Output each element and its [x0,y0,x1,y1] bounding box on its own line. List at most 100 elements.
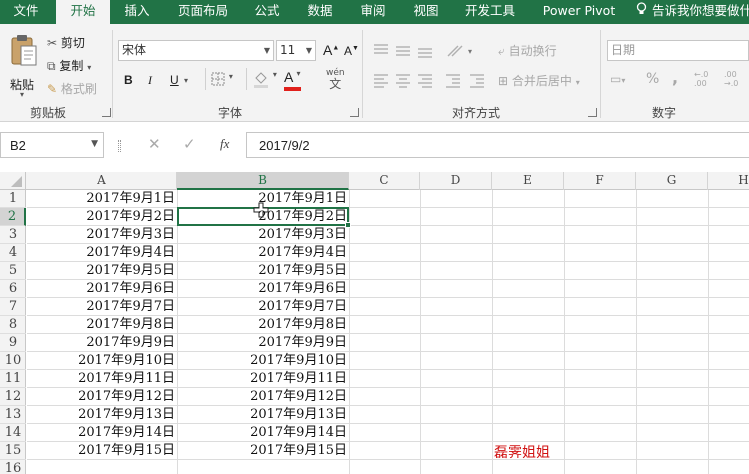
alignment-launcher-icon[interactable] [588,108,597,117]
horizontal-align-icons[interactable] [372,72,490,90]
cell-b14[interactable]: 2017年9月14日 [177,424,349,442]
tab-formulas[interactable]: 公式 [246,0,288,24]
borders-button[interactable]: ▾ [211,72,233,89]
decrease-decimal-icon[interactable]: .00 →.0 [724,70,738,88]
font-name-select[interactable]: 宋体 ▼ [118,40,274,61]
cell-b3[interactable]: 2017年9月3日 [177,226,349,244]
paste-button[interactable]: 粘贴 ▾ [6,32,42,99]
row-header[interactable]: 1 [0,190,26,208]
cell-a13[interactable]: 2017年9月13日 [27,406,177,424]
format-painter-button[interactable]: ✎ 格式刷 [47,80,97,97]
accounting-format-button[interactable]: ▭▾ [610,72,625,86]
tab-data[interactable]: 数据 [298,0,342,24]
tab-view[interactable]: 视图 [405,0,447,24]
cell-b2[interactable]: 2017年9月2日 [177,208,349,226]
formula-input[interactable]: 2017/9/2 [246,132,749,158]
row-header[interactable]: 4 [0,244,26,262]
column-header-d[interactable]: D [420,172,492,190]
row-header[interactable]: 6 [0,280,26,298]
row-header[interactable]: 2 [0,208,26,226]
cell-a10[interactable]: 2017年9月10日 [27,352,177,370]
cut-button[interactable]: ✂ 剪切 [47,34,85,51]
comma-button[interactable]: , [672,68,678,87]
tab-page-layout[interactable]: 页面布局 [168,0,238,24]
decrease-font-button[interactable]: A▼ [344,44,359,58]
column-header-f[interactable]: F [564,172,636,190]
font-size-select[interactable]: 11 ▼ [276,40,316,61]
cancel-icon[interactable]: ✕ [148,135,161,153]
cell-b8[interactable]: 2017年9月8日 [177,316,349,334]
cell-a14[interactable]: 2017年9月14日 [27,424,177,442]
row-header[interactable]: 12 [0,388,26,406]
cell-b7[interactable]: 2017年9月7日 [177,298,349,316]
cell-a8[interactable]: 2017年9月8日 [27,316,177,334]
column-header-a[interactable]: A [27,172,177,190]
column-header-e[interactable]: E [492,172,564,190]
number-format-select[interactable]: 日期 [607,40,749,61]
cell-b5[interactable]: 2017年9月5日 [177,262,349,280]
tab-home[interactable]: 开始 [56,0,110,24]
tab-power-pivot[interactable]: Power Pivot [534,0,624,24]
row-header[interactable]: 15 [0,442,26,460]
enter-icon[interactable]: ✓ [183,135,196,153]
row-header[interactable]: 14 [0,424,26,442]
vertical-align-icons[interactable]: ▾ [372,42,482,62]
cell-b15[interactable]: 2017年9月15日 [177,442,349,460]
underline-button[interactable]: U [170,73,179,87]
font-launcher-icon[interactable] [350,108,359,117]
splitter-handle[interactable] [118,140,121,152]
cell-b6[interactable]: 2017年9月6日 [177,280,349,298]
cell-a9[interactable]: 2017年9月9日 [27,334,177,352]
row-header[interactable]: 9 [0,334,26,352]
select-all-button[interactable] [0,172,26,190]
row-header[interactable]: 13 [0,406,26,424]
percent-button[interactable]: % [646,71,659,87]
row-header[interactable]: 7 [0,298,26,316]
italic-button[interactable]: I [148,73,152,88]
cell-a12[interactable]: 2017年9月12日 [27,388,177,406]
row-header[interactable]: 8 [0,316,26,334]
row-header[interactable]: 5 [0,262,26,280]
cell-a7[interactable]: 2017年9月7日 [27,298,177,316]
cell-b1[interactable]: 2017年9月1日 [177,190,349,208]
row-header[interactable]: 3 [0,226,26,244]
cell-b11[interactable]: 2017年9月11日 [177,370,349,388]
cell-a3[interactable]: 2017年9月3日 [27,226,177,244]
cell-b4[interactable]: 2017年9月4日 [177,244,349,262]
font-color-button[interactable]: A ▾ [284,69,300,85]
column-header-c[interactable]: C [349,172,420,190]
cell-a1[interactable]: 2017年9月1日 [27,190,177,208]
cell-a11[interactable]: 2017年9月11日 [27,370,177,388]
cell-a2[interactable]: 2017年9月2日 [27,208,177,226]
tell-me-search[interactable]: 告诉我你想要做什么 [636,0,749,24]
column-header-g[interactable]: G [636,172,708,190]
worksheet-grid[interactable]: 磊霁姐姐 2017年9月1日 2017年9月2日 2017年9月3日 2017年9月4… [27,190,749,474]
cell-b12[interactable]: 2017年9月12日 [177,388,349,406]
row-header[interactable]: 10 [0,352,26,370]
tab-review[interactable]: 审阅 [351,0,395,24]
increase-font-button[interactable]: A▲ [323,42,339,58]
bold-button[interactable]: B [124,73,133,87]
name-box[interactable]: B2 ▼ [0,132,104,158]
clipboard-launcher-icon[interactable] [102,108,111,117]
increase-decimal-icon[interactable]: ←.0.00 [694,70,708,88]
cell-a5[interactable]: 2017年9月5日 [27,262,177,280]
phonetic-guide-button[interactable]: wén 文 [326,68,345,90]
column-header-h[interactable]: H [708,172,749,190]
fill-color-button[interactable]: ▾ [253,70,277,91]
cell-a6[interactable]: 2017年9月6日 [27,280,177,298]
tab-developer[interactable]: 开发工具 [458,0,522,24]
column-header-b[interactable]: B [177,172,349,190]
tab-insert[interactable]: 插入 [113,0,161,24]
tab-file[interactable]: 文件 [0,0,52,24]
row-header[interactable]: 11 [0,370,26,388]
cell-b10[interactable]: 2017年9月10日 [177,352,349,370]
insert-function-icon[interactable]: fx [220,136,229,152]
cell-a4[interactable]: 2017年9月4日 [27,244,177,262]
wrap-text-button[interactable]: ⤶ 自动换行 [498,42,557,59]
cell-a15[interactable]: 2017年9月15日 [27,442,177,460]
row-header[interactable]: 16 [0,460,26,474]
merge-center-button[interactable]: ⊞ 合并后居中 ▾ [498,72,580,89]
chevron-down-icon[interactable]: ▾ [184,76,188,85]
copy-button[interactable]: ⧉ 复制 ▾ [47,57,91,74]
